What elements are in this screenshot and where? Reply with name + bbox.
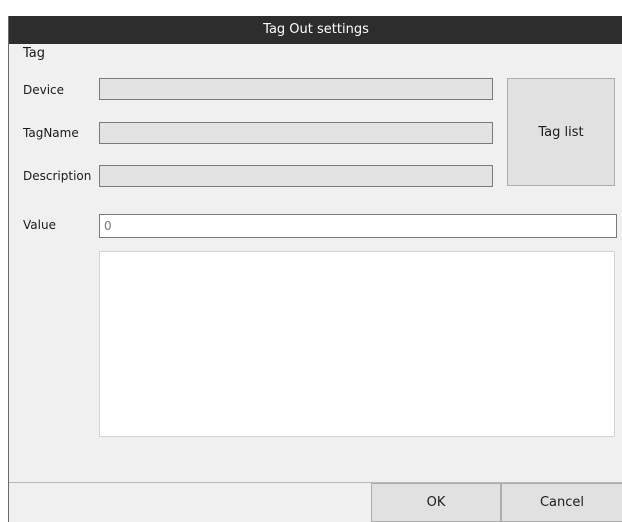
value-input[interactable]: [99, 214, 617, 238]
tag-list-button-label: Tag list: [538, 124, 584, 140]
device-field[interactable]: [99, 78, 493, 100]
cancel-button[interactable]: Cancel: [501, 483, 622, 522]
ok-button-label: OK: [426, 495, 446, 510]
tag-out-settings-dialog: Tag Out settings Tag Device TagName Desc…: [8, 16, 622, 522]
description-field[interactable]: [99, 165, 493, 187]
tag-group-label: Tag: [23, 46, 46, 61]
value-label: Value: [23, 218, 56, 232]
description-label: Description: [23, 169, 92, 183]
notes-textarea[interactable]: [99, 251, 615, 437]
tagname-label: TagName: [23, 126, 79, 140]
dialog-title-bar[interactable]: Tag Out settings: [9, 16, 622, 44]
cancel-button-label: Cancel: [539, 495, 585, 510]
dialog-title: Tag Out settings: [263, 22, 369, 37]
tagname-field[interactable]: [99, 122, 493, 144]
device-label: Device: [23, 83, 65, 97]
tag-list-button[interactable]: Tag list: [507, 78, 615, 186]
ok-button[interactable]: OK: [371, 483, 501, 522]
